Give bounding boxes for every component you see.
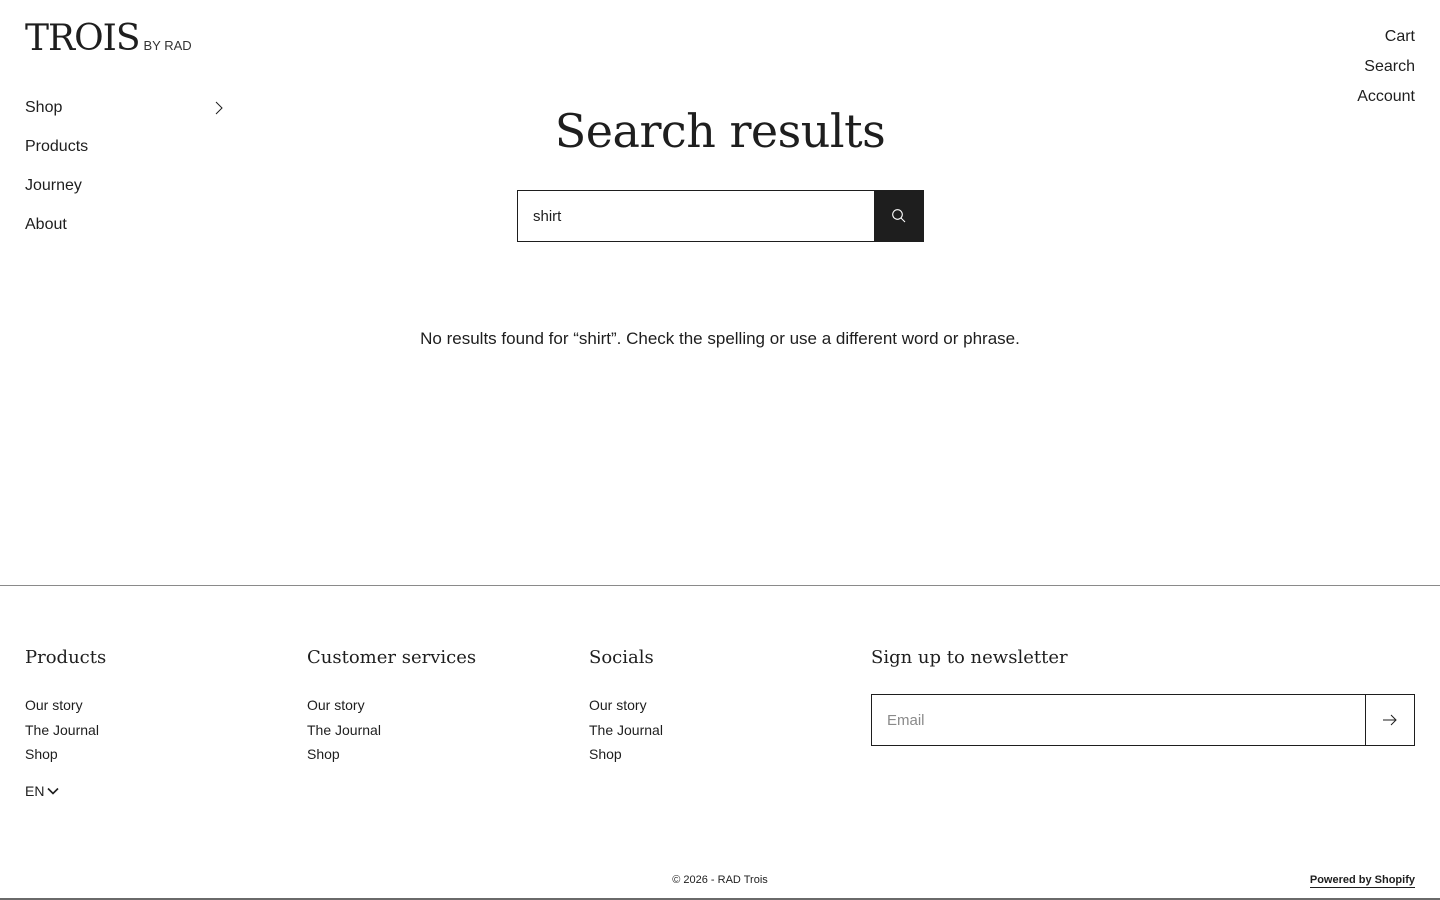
footer-link-the-journal[interactable]: The Journal	[589, 718, 663, 743]
powered-by-shopify-link[interactable]: Powered by Shopify	[1309, 874, 1415, 888]
chevron-down-icon	[47, 787, 60, 795]
footer-link-the-journal[interactable]: The Journal	[25, 718, 106, 743]
nav-item-label: Journey	[25, 176, 82, 194]
logo-wordmark: TROIS	[25, 18, 141, 59]
footer-heading: Products	[25, 647, 107, 668]
cart-link[interactable]: Cart	[1357, 24, 1415, 54]
logo-subtitle: BY RAD	[143, 38, 192, 53]
footer-divider	[0, 585, 1440, 586]
logo[interactable]: TROIS BY RAD	[25, 18, 192, 59]
language-selector[interactable]: EN	[25, 783, 60, 799]
footer-heading: Customer services	[307, 647, 477, 668]
no-results-message: No results found for “shirt”. Check the …	[420, 329, 1020, 348]
search-form	[517, 190, 924, 242]
copyright-text: © 2026 - RAD Trois	[672, 874, 768, 886]
footer-link-our-story[interactable]: Our story	[25, 693, 106, 718]
header-utility-links: Cart Search Account	[1357, 24, 1415, 114]
newsletter-submit-button[interactable]	[1366, 694, 1415, 746]
search-link[interactable]: Search	[1357, 54, 1415, 84]
nav-item-journey[interactable]: Journey	[25, 166, 225, 205]
footer-link-shop[interactable]: Shop	[307, 742, 476, 767]
nav-item-label: About	[25, 215, 67, 233]
email-field[interactable]	[871, 694, 1366, 746]
footer-link-the-journal[interactable]: The Journal	[307, 718, 476, 743]
footer-link-shop[interactable]: Shop	[589, 742, 663, 767]
footer-link-our-story[interactable]: Our story	[307, 693, 476, 718]
footer-column-customer-services: Customer services Our story The Journal …	[307, 647, 476, 767]
footer-link-shop[interactable]: Shop	[25, 742, 106, 767]
arrow-right-icon	[1383, 714, 1397, 726]
footer-link-our-story[interactable]: Our story	[589, 693, 663, 718]
search-submit-button[interactable]	[874, 190, 924, 242]
language-label: EN	[25, 783, 45, 799]
footer-column-socials: Socials Our story The Journal Shop	[589, 647, 663, 767]
nav-item-about[interactable]: About	[25, 205, 225, 244]
newsletter-heading: Sign up to newsletter	[871, 647, 1068, 668]
footer-column-products: Products Our story The Journal Shop	[25, 647, 106, 767]
page-title: Search results	[554, 104, 886, 158]
newsletter-form	[871, 694, 1415, 746]
newsletter-section: Sign up to newsletter	[871, 647, 1415, 746]
footer-heading: Socials	[589, 647, 654, 668]
search-icon	[892, 209, 906, 223]
search-input[interactable]	[517, 190, 874, 242]
